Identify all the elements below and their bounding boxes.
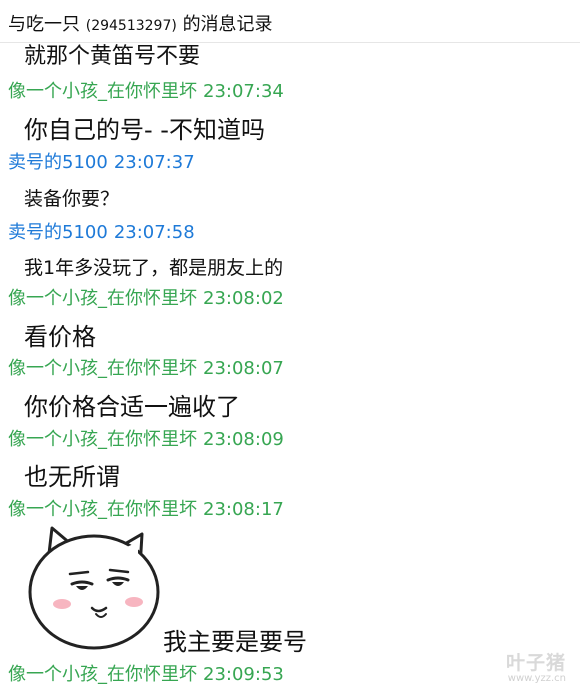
sender-name: 像一个小孩_在你怀里坏 <box>8 664 197 685</box>
sender-name: 像一个小孩_在你怀里坏 <box>8 358 197 379</box>
message-text: 我主要是要号 <box>163 628 307 656</box>
message-meta: 像一个小孩_在你怀里坏 23:08:17 <box>8 495 284 521</box>
sender-name: 像一个小孩_在你怀里坏 <box>8 499 197 520</box>
message-text: 看价格 <box>24 323 96 351</box>
message-meta: 像一个小孩_在你怀里坏 23:08:07 <box>8 354 284 380</box>
message-time: 23:07:34 <box>203 81 284 102</box>
title-prefix: 与吃一只 <box>8 14 80 35</box>
title-qq-number: (294513297) <box>85 18 177 34</box>
message-text: 你价格合适一遍收了 <box>24 393 240 421</box>
message-text: 装备你要？ <box>24 188 120 210</box>
sender-name: 像一个小孩_在你怀里坏 <box>8 429 197 450</box>
message-time: 23:08:02 <box>203 288 284 309</box>
window-title: 与吃一只 (294513297) 的消息记录 <box>8 10 273 36</box>
message-meta: 像一个小孩_在你怀里坏 23:08:09 <box>8 425 284 451</box>
watermark-brand: 叶子猪 <box>505 652 566 674</box>
message-time: 23:08:09 <box>203 429 284 450</box>
message-time: 23:07:58 <box>113 222 195 243</box>
sender-name: 像一个小孩_在你怀里坏 <box>8 288 197 309</box>
message-meta: 像一个小孩_在你怀里坏 23:07:34 <box>8 77 284 103</box>
message-meta: 像一个小孩_在你怀里坏 23:09:53 <box>8 660 284 686</box>
smug-cat-sticker-icon <box>22 522 162 652</box>
message-time: 23:07:37 <box>113 152 195 173</box>
message-meta: 像一个小孩_在你怀里坏 23:08:02 <box>8 284 284 310</box>
site-watermark: 叶子猪 www.yzz.cn <box>506 648 566 684</box>
title-suffix: 的消息记录 <box>182 14 273 35</box>
sender-name: 卖号的5100 <box>8 222 108 243</box>
message-text: 你自己的号- -不知道吗 <box>24 116 265 144</box>
window-titlebar: 与吃一只 (294513297) 的消息记录 <box>0 0 580 43</box>
message-history[interactable]: 就那个黄笛号不要 像一个小孩_在你怀里坏 23:07:34 你自己的号- -不知道… <box>0 42 580 693</box>
sender-name: 像一个小孩_在你怀里坏 <box>8 81 197 102</box>
message-text: 我1年多没玩了，都是朋友上的 <box>24 257 284 279</box>
message-text: 就那个黄笛号不要 <box>24 44 201 69</box>
message-text: 也无所谓 <box>24 463 120 491</box>
message-time: 23:08:07 <box>203 358 284 379</box>
sender-name: 卖号的5100 <box>8 152 108 173</box>
message-time: 23:08:17 <box>203 499 284 520</box>
message-meta: 卖号的5100 23:07:37 <box>8 148 195 174</box>
message-time: 23:09:53 <box>203 664 284 685</box>
message-meta: 卖号的5100 23:07:58 <box>8 218 195 244</box>
watermark-url: www.yzz.cn <box>507 673 566 684</box>
